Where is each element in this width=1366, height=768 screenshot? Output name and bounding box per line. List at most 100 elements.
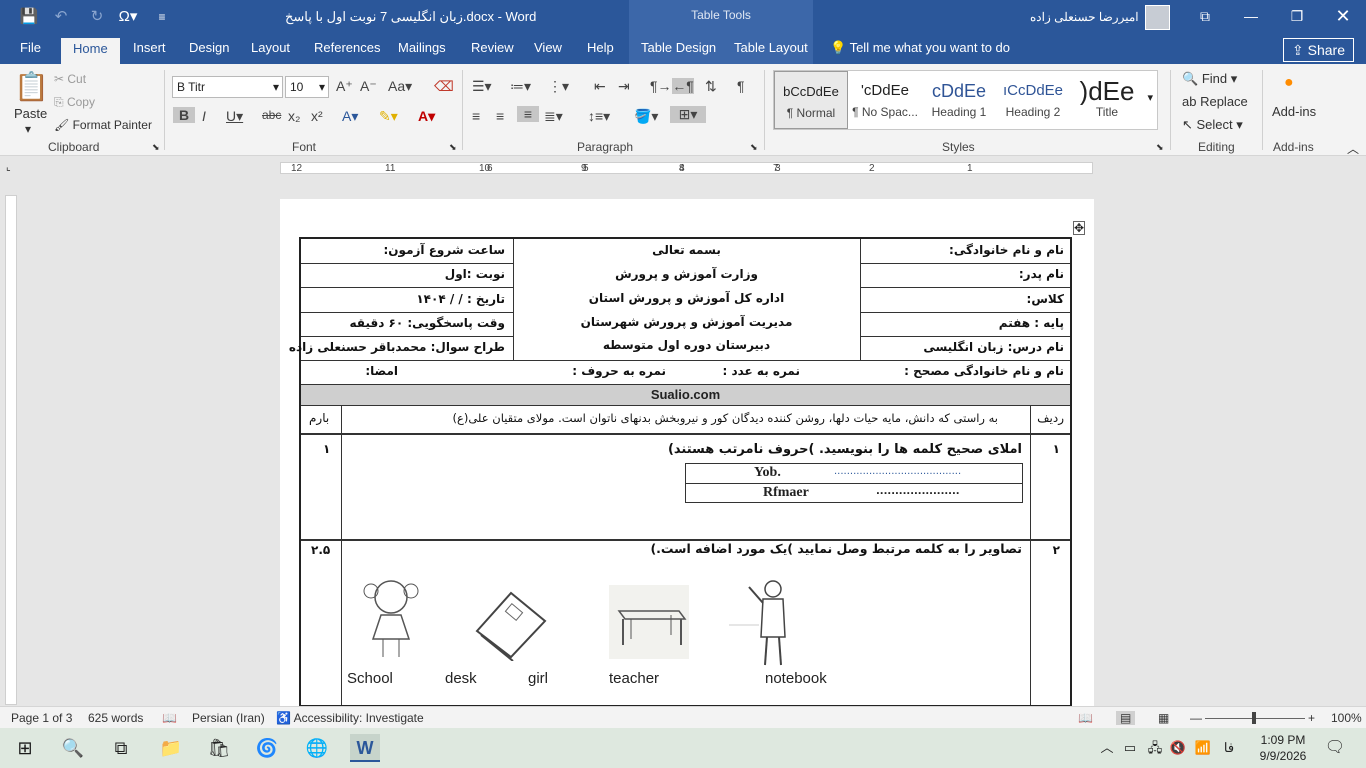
styles-launcher-icon[interactable]: ⬊	[1156, 142, 1164, 153]
input-language[interactable]: فا	[1214, 734, 1244, 762]
styles-more-icon[interactable]: ▾	[1147, 91, 1153, 104]
clock-date[interactable]: 9/9/2026	[1254, 749, 1312, 763]
paste-dropdown-icon[interactable]: ▾	[25, 122, 31, 136]
style-no-spacing[interactable]: 'cDdEe ¶ No Spac...	[848, 71, 922, 129]
tab-selector-icon[interactable]: ⌞	[6, 162, 11, 173]
clipboard-launcher-icon[interactable]: ⬊	[152, 142, 160, 153]
restore-icon[interactable]: ❐	[1282, 5, 1312, 27]
minimize-icon[interactable]: —	[1236, 5, 1266, 27]
tab-table-layout[interactable]: Table Layout	[734, 40, 808, 55]
tab-file[interactable]: File	[20, 40, 41, 55]
strikethrough-icon[interactable]: abc	[262, 108, 281, 122]
tab-layout[interactable]: Layout	[251, 40, 290, 55]
ltr-icon[interactable]: ¶→	[650, 78, 672, 94]
zoom-slider-thumb[interactable]	[1252, 712, 1256, 724]
tab-review[interactable]: Review	[471, 40, 514, 55]
style-title[interactable]: )dEe Title	[1070, 71, 1144, 129]
paragraph-launcher-icon[interactable]: ⬊	[750, 142, 758, 153]
zoom-out-icon[interactable]: —	[1190, 711, 1202, 725]
q1-blank-1[interactable]: ........................................	[834, 466, 961, 477]
font-launcher-icon[interactable]: ⬊	[449, 142, 457, 153]
ruler-bar[interactable]: 12 11 10 9 8 7 6 5 4 3 2 1	[280, 162, 1093, 174]
undo-icon[interactable]: ↶	[50, 5, 72, 29]
align-center-icon[interactable]: ≡	[496, 108, 504, 124]
cut-button[interactable]: ✂ Cut	[54, 72, 86, 86]
user-name[interactable]: امیررضا حسنعلی زاده	[1030, 10, 1139, 24]
save-icon[interactable]: 💾	[18, 5, 40, 29]
word-app-icon[interactable]: W	[350, 734, 380, 762]
zoom-in-icon[interactable]: +	[1308, 711, 1315, 725]
close-icon[interactable]: ✕	[1328, 5, 1358, 27]
tab-design[interactable]: Design	[189, 40, 229, 55]
style-normal[interactable]: bCcDdEe ¶ Normal	[774, 71, 848, 129]
font-size-combo[interactable]: 10 ▾	[285, 76, 329, 98]
file-explorer-icon[interactable]: 📁	[156, 734, 186, 762]
tab-help[interactable]: Help	[587, 40, 614, 55]
multilevel-list-icon[interactable]: ⋮▾	[548, 78, 569, 95]
redo-icon[interactable]: ↻	[86, 5, 108, 29]
ribbon-display-icon[interactable]: ⧉	[1190, 5, 1220, 27]
symbol-icon[interactable]: Ω▾	[113, 5, 143, 29]
align-left-icon[interactable]: ≡	[472, 108, 480, 124]
select-button[interactable]: ↖ Select ▾	[1182, 117, 1243, 133]
tab-home[interactable]: Home	[61, 38, 120, 65]
collapse-ribbon-icon[interactable]: ︿	[1347, 140, 1359, 157]
accessibility-status[interactable]: ♿ Accessibility: Investigate	[276, 711, 424, 725]
line-spacing-icon[interactable]: ↕≡▾	[588, 108, 610, 125]
print-layout-icon[interactable]: ▤	[1116, 711, 1136, 725]
superscript-icon[interactable]: x²	[311, 108, 323, 124]
chrome-icon[interactable]: 🌐	[302, 734, 332, 762]
align-right-icon[interactable]: ≡	[517, 106, 539, 122]
table-move-handle-icon[interactable]: ✥	[1073, 221, 1086, 235]
replace-button[interactable]: ab Replace	[1182, 94, 1248, 109]
proofing-icon[interactable]: 📖	[162, 711, 177, 725]
share-button[interactable]: ⇪ Share	[1283, 38, 1354, 62]
avatar[interactable]	[1145, 5, 1170, 30]
tab-table-design[interactable]: Table Design	[641, 40, 716, 55]
web-layout-icon[interactable]: ▦	[1158, 711, 1169, 725]
clear-formatting-icon[interactable]: ⌫	[434, 78, 454, 95]
customize-qat-icon[interactable]: ≡	[154, 5, 170, 29]
clock-time[interactable]: 1:09 PM	[1258, 733, 1308, 747]
sort-icon[interactable]: ⇅	[705, 78, 717, 95]
addins-icon[interactable]: ●	[1284, 74, 1294, 92]
zoom-level[interactable]: 100%	[1331, 711, 1362, 725]
search-icon[interactable]: 🔍	[58, 734, 88, 762]
decrease-indent-icon[interactable]: ⇤	[594, 78, 606, 95]
tab-insert[interactable]: Insert	[133, 40, 166, 55]
language-indicator[interactable]: Persian (Iran)	[192, 711, 265, 725]
q1-blank-2[interactable]: ......................	[876, 486, 960, 497]
task-view-icon[interactable]: ⧉	[106, 734, 136, 762]
tab-references[interactable]: References	[314, 40, 380, 55]
numbering-icon[interactable]: ≔▾	[510, 78, 531, 95]
tab-mailings[interactable]: Mailings	[398, 40, 446, 55]
font-name-combo[interactable]: B Titr ▾	[172, 76, 283, 98]
highlight-icon[interactable]: ✎▾	[379, 108, 398, 125]
show-formatting-icon[interactable]: ¶	[737, 78, 745, 94]
subscript-icon[interactable]: x₂	[288, 108, 300, 124]
tell-me-search[interactable]: 💡 Tell me what you want to do	[830, 40, 1010, 56]
justify-icon[interactable]: ≣▾	[544, 108, 563, 125]
shrink-font-icon[interactable]: A⁻	[360, 78, 377, 95]
underline-icon[interactable]: U▾	[226, 108, 243, 125]
style-heading-2[interactable]: ıCcDdEe Heading 2	[996, 71, 1070, 129]
store-icon[interactable]: 🛍	[204, 734, 234, 762]
italic-icon[interactable]: I	[202, 108, 206, 124]
notifications-icon[interactable]: 🗨	[1320, 734, 1350, 762]
windows-start-icon[interactable]: ⊞	[10, 734, 40, 762]
increase-indent-icon[interactable]: ⇥	[618, 78, 630, 95]
read-mode-icon[interactable]: 📖	[1078, 711, 1093, 725]
grow-font-icon[interactable]: A⁺	[336, 78, 353, 95]
copy-button[interactable]: ⎘ Copy	[54, 95, 95, 110]
paste-button[interactable]: Paste	[14, 106, 47, 121]
format-painter-button[interactable]: 🖌 Format Painter	[54, 118, 152, 132]
edge-icon[interactable]: 🌀	[252, 734, 282, 762]
find-button[interactable]: 🔍 Find ▾	[1182, 71, 1237, 87]
text-effects-icon[interactable]: A▾	[342, 108, 358, 125]
change-case-icon[interactable]: Aa▾	[388, 78, 412, 95]
bold-icon[interactable]: B	[173, 107, 195, 123]
bullets-icon[interactable]: ☰▾	[472, 78, 492, 95]
font-color-icon[interactable]: A▾	[418, 108, 435, 125]
tab-view[interactable]: View	[534, 40, 562, 55]
style-heading-1[interactable]: cDdEe Heading 1	[922, 71, 996, 129]
